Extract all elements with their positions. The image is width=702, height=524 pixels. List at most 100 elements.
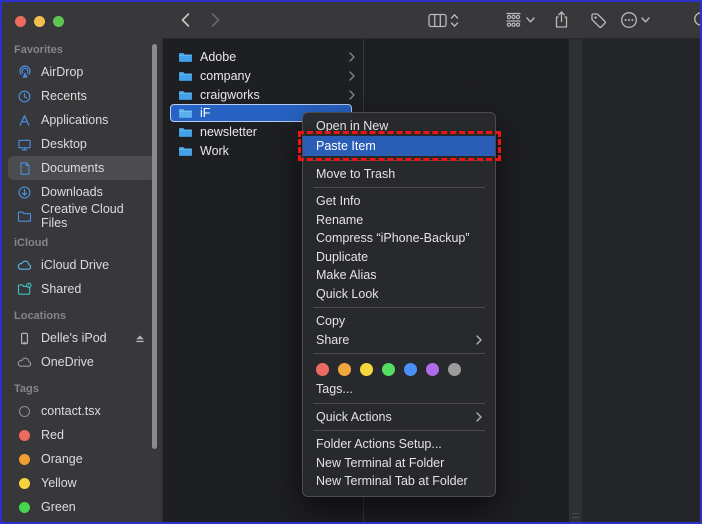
green-tag-icon xyxy=(19,502,30,513)
sidebar-item-label: iCloud Drive xyxy=(41,258,109,272)
menu-item-get-info[interactable]: Get Info xyxy=(303,192,495,211)
back-button[interactable] xyxy=(180,10,191,30)
downloads-icon xyxy=(16,184,33,200)
sidebar-item-onedrive[interactable]: OneDrive xyxy=(8,350,156,374)
share-button[interactable] xyxy=(554,10,569,30)
sidebar-tag-contact[interactable]: contact.tsx xyxy=(8,399,156,423)
file-name: craigworks xyxy=(200,88,260,102)
menu-item-make-alias[interactable]: Make Alias xyxy=(303,266,495,285)
sidebar-item-label: Desktop xyxy=(41,137,87,151)
menu-item-new-terminal-tab-at-folder[interactable]: New Terminal Tab at Folder xyxy=(303,472,495,491)
sidebar-scrollbar[interactable] xyxy=(152,44,157,449)
menu-separator xyxy=(313,187,485,188)
sidebar-item-documents[interactable]: Documents xyxy=(8,156,156,180)
menu-item-copy[interactable]: Copy xyxy=(303,312,495,331)
menu-item-quick-look[interactable]: Quick Look xyxy=(303,285,495,304)
menu-item-folder-actions-setup[interactable]: Folder Actions Setup... xyxy=(303,435,495,454)
finder-window: Favorites AirDrop iCloud Drive Recents A… xyxy=(0,0,702,524)
file-row-adobe[interactable]: Adobe xyxy=(163,47,363,66)
orange-tag-dot[interactable] xyxy=(338,363,351,376)
file-row-craigworks[interactable]: craigworks xyxy=(163,85,363,104)
sidebar-item-label: Recents xyxy=(41,89,87,103)
folder-icon xyxy=(178,89,193,101)
traffic-lights xyxy=(2,2,162,35)
sidebar-tag-red[interactable]: Red xyxy=(8,423,156,447)
sidebar-item-downloads[interactable]: Downloads xyxy=(8,180,156,204)
sidebar-item-applications[interactable]: Applications xyxy=(8,108,156,132)
sidebar-tag-orange[interactable]: Orange xyxy=(8,447,156,471)
document-icon xyxy=(16,160,33,176)
airdrop-icon xyxy=(16,64,33,80)
menu-item-tags[interactable]: Tags... xyxy=(303,380,495,399)
search-button[interactable] xyxy=(693,10,700,30)
red-tag-icon xyxy=(19,430,30,441)
column-resize-handle[interactable] xyxy=(569,39,582,522)
share-icon xyxy=(554,11,569,29)
zoom-button[interactable] xyxy=(53,16,64,27)
green-tag-dot[interactable] xyxy=(382,363,395,376)
eject-icon[interactable] xyxy=(134,333,146,344)
menu-item-new-terminal-at-folder[interactable]: New Terminal at Folder xyxy=(303,454,495,473)
sidebar-section-locations: Locations xyxy=(2,310,162,324)
sidebar-item-recents[interactable]: iCloud Drive Recents xyxy=(8,84,156,108)
yellow-tag-dot[interactable] xyxy=(360,363,373,376)
sidebar-item-airdrop[interactable]: AirDrop xyxy=(8,60,156,84)
menu-item-share[interactable]: Share xyxy=(303,331,495,350)
applications-icon xyxy=(16,112,33,128)
menu-item-open-in-new[interactable]: Open in New xyxy=(303,117,495,136)
tag-color-row xyxy=(303,358,495,380)
more-options-button[interactable] xyxy=(620,10,650,30)
group-by-button[interactable] xyxy=(504,10,535,30)
sidebar-tag-green[interactable]: Green xyxy=(8,495,156,519)
file-name: iF xyxy=(200,106,210,120)
menu-item-compress[interactable]: Compress “iPhone-Backup” xyxy=(303,229,495,248)
folder-icon xyxy=(16,208,33,224)
menu-item-rename[interactable]: Rename xyxy=(303,211,495,230)
file-name: Work xyxy=(200,144,229,158)
sidebar-item-label: Creative Cloud Files xyxy=(41,202,146,230)
tag-icon xyxy=(590,12,607,29)
folder-icon xyxy=(178,107,193,119)
folder-icon xyxy=(178,126,193,138)
folder-icon xyxy=(178,70,193,82)
sidebar-section-tags: Tags xyxy=(2,383,162,397)
minimize-button[interactable] xyxy=(34,16,45,27)
tag-circle-icon xyxy=(19,406,30,417)
columns-view-icon xyxy=(428,13,447,28)
file-row-company[interactable]: company xyxy=(163,66,363,85)
sidebar-item-label: Downloads xyxy=(41,185,103,199)
blue-tag-dot[interactable] xyxy=(404,363,417,376)
sidebar-section-icloud: iCloud xyxy=(2,237,162,251)
preview-column xyxy=(582,39,700,522)
sidebar-item-label: Delle's iPod xyxy=(41,331,107,345)
sidebar-item-label: Yellow xyxy=(41,476,77,490)
sidebar-item-shared[interactable]: Shared xyxy=(8,277,156,301)
view-mode-button[interactable] xyxy=(428,10,459,30)
search-icon xyxy=(693,11,700,29)
sidebar: Favorites AirDrop iCloud Drive Recents A… xyxy=(2,2,163,522)
sidebar-item-label: OneDrive xyxy=(41,355,94,369)
file-name: newsletter xyxy=(200,125,257,139)
menu-separator xyxy=(313,403,485,404)
purple-tag-dot[interactable] xyxy=(426,363,439,376)
sidebar-tag-yellow[interactable]: Yellow xyxy=(8,471,156,495)
sidebar-item-desktop[interactable]: Desktop xyxy=(8,132,156,156)
menu-item-move-to-trash[interactable]: Move to Trash xyxy=(303,165,495,184)
sidebar-item-label: Red xyxy=(41,428,64,442)
red-tag-dot[interactable] xyxy=(316,363,329,376)
gray-tag-dot[interactable] xyxy=(448,363,461,376)
forward-button[interactable] xyxy=(210,10,221,30)
sidebar-item-icloud-drive[interactable]: iCloud Drive xyxy=(8,253,156,277)
tag-button[interactable] xyxy=(590,10,607,30)
menu-separator xyxy=(313,353,485,354)
desktop-icon xyxy=(16,136,33,152)
sidebar-item-creative-cloud-files[interactable]: Creative Cloud Files xyxy=(8,204,156,228)
sidebar-item-label: contact.tsx xyxy=(41,404,101,418)
menu-item-quick-actions[interactable]: Quick Actions xyxy=(303,408,495,427)
menu-item-duplicate[interactable]: Duplicate xyxy=(303,248,495,267)
sidebar-item-label: Green xyxy=(41,500,76,514)
menu-item-paste-item[interactable]: Paste Item xyxy=(303,136,495,156)
sidebar-item-label: Shared xyxy=(41,282,81,296)
close-button[interactable] xyxy=(15,16,26,27)
sidebar-item-delles-ipod[interactable]: Delle's iPod xyxy=(8,326,156,350)
